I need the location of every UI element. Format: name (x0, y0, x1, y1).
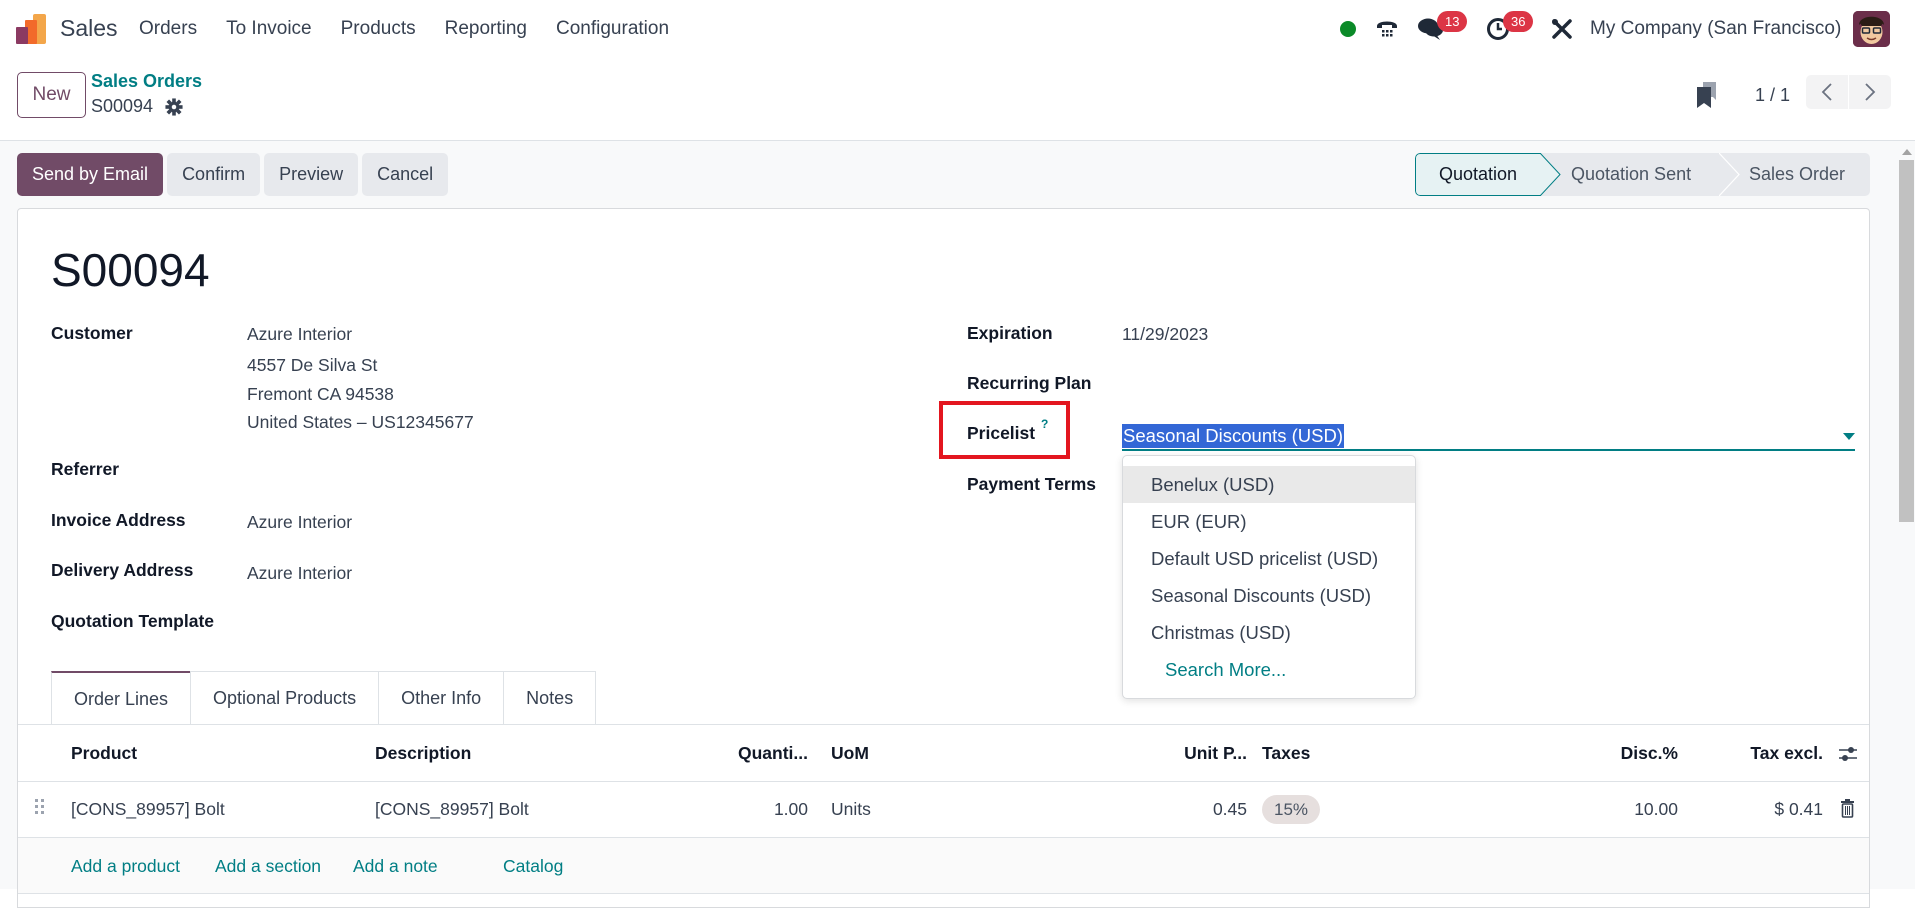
scroll-up-arrow-icon[interactable] (1902, 149, 1912, 155)
column-unit-price[interactable]: Unit P... (1148, 743, 1247, 764)
gear-icon[interactable] (165, 98, 183, 116)
dropdown-option[interactable]: Default USD pricelist (USD) (1123, 540, 1415, 577)
dropdown-option[interactable]: EUR (EUR) (1123, 503, 1415, 540)
notebook-tabs: Order Lines Optional Products Other Info… (51, 671, 597, 725)
catalog-link[interactable]: Catalog (503, 856, 563, 877)
add-line-row: Add a product Add a section Add a note C… (18, 838, 1869, 894)
customer-field[interactable]: Azure Interior (247, 324, 352, 345)
cell-quantity[interactable]: 1.00 (698, 799, 808, 820)
confirm-button[interactable]: Confirm (167, 153, 261, 196)
delivery-address-field[interactable]: Azure Interior (247, 563, 352, 584)
table-row[interactable]: [CONS_89957] Bolt [CONS_89957] Bolt 1.00… (18, 782, 1869, 838)
pricelist-dropdown: Benelux (USD) EUR (EUR) Default USD pric… (1122, 455, 1416, 699)
pricelist-selected-text[interactable]: Seasonal Discounts (USD) (1122, 424, 1345, 448)
column-quantity[interactable]: Quanti... (698, 743, 808, 764)
delivery-address-label: Delivery Address (51, 560, 194, 580)
user-avatar-icon (1853, 11, 1890, 47)
search-more-link[interactable]: Search More... (1123, 651, 1415, 688)
column-taxes[interactable]: Taxes (1262, 743, 1310, 764)
customer-street: 4557 De Silva St (247, 355, 378, 375)
user-avatar[interactable] (1853, 11, 1890, 47)
quotation-template-label: Quotation Template (51, 611, 215, 631)
systray: 13 36 My Company (San Francisco) (0, 0, 1915, 58)
dropdown-option[interactable]: Christmas (USD) (1123, 614, 1415, 651)
add-product-link[interactable]: Add a product (71, 856, 180, 877)
pager-value[interactable]: 1 / 1 (1755, 85, 1790, 106)
trash-icon[interactable] (1840, 799, 1855, 818)
tax-badge[interactable]: 15% (1262, 795, 1321, 824)
new-button[interactable]: New (17, 72, 86, 118)
breadcrumb-sales-orders[interactable]: Sales Orders (91, 71, 202, 92)
table-header: Product Description Quanti... UoM Unit P… (18, 725, 1869, 782)
column-uom[interactable]: UoM (831, 743, 869, 764)
dropdown-option[interactable]: Seasonal Discounts (USD) (1123, 577, 1415, 614)
action-buttons: Send by Email Confirm Preview Cancel (17, 153, 449, 196)
add-note-link[interactable]: Add a note (353, 856, 438, 877)
cell-product[interactable]: [CONS_89957] Bolt (71, 799, 225, 820)
preview-button[interactable]: Preview (264, 153, 359, 196)
add-section-link[interactable]: Add a section (215, 856, 321, 877)
cell-description[interactable]: [CONS_89957] Bolt (375, 799, 529, 820)
expiration-label: Expiration (967, 323, 1053, 343)
tab-notes[interactable]: Notes (503, 671, 597, 725)
record-title: S00094 (51, 244, 210, 296)
tab-other-info[interactable]: Other Info (378, 671, 505, 725)
order-lines-table: Product Description Quanti... UoM Unit P… (18, 724, 1869, 894)
pager-next-button[interactable] (1849, 75, 1891, 109)
optional-columns-icon[interactable] (1838, 745, 1858, 763)
breadcrumb-current: S00094 (91, 96, 154, 116)
invoice-address-field[interactable]: Azure Interior (247, 512, 352, 533)
stage-quotation[interactable]: Quotation (1415, 153, 1541, 196)
tab-order-lines[interactable]: Order Lines (51, 671, 192, 725)
drag-handle-icon[interactable] (35, 799, 45, 817)
presence-status-icon[interactable] (1340, 21, 1356, 37)
phone-icon[interactable] (1376, 18, 1398, 40)
control-panel: New Sales Orders S00094 1 / 1 (0, 58, 1915, 141)
customer-city: Fremont CA 94538 (247, 384, 394, 404)
send-by-email-button[interactable]: Send by Email (17, 153, 164, 196)
scrollbar-thumb[interactable] (1899, 160, 1914, 522)
company-switcher[interactable]: My Company (San Francisco) (1590, 18, 1841, 40)
tab-optional-products[interactable]: Optional Products (190, 671, 380, 725)
customer-country: United States – US12345677 (247, 412, 474, 432)
customer-label: Customer (51, 323, 133, 343)
recurring-plan-label: Recurring Plan (967, 373, 1092, 393)
referrer-field[interactable] (247, 455, 847, 483)
chevron-right-icon (1865, 83, 1876, 101)
pager-previous-button[interactable] (1806, 75, 1848, 109)
caret-down-icon[interactable] (1843, 433, 1855, 440)
dropdown-option[interactable]: Benelux (USD) (1123, 466, 1415, 503)
invoice-address-label: Invoice Address (51, 510, 186, 530)
pricelist-input[interactable]: Seasonal Discounts (USD) (1122, 421, 1855, 451)
activities-badge: 36 (1503, 11, 1534, 32)
status-bar: Quotation Quotation Sent Sales Order (1415, 153, 1870, 196)
stage-quotation-sent[interactable]: Quotation Sent (1541, 153, 1721, 196)
payment-terms-label: Payment Terms (967, 474, 1097, 494)
debug-tools-icon[interactable] (1551, 18, 1573, 40)
cell-discount[interactable]: 10.00 (1578, 799, 1678, 820)
highlight-annotation-box (939, 401, 1070, 459)
cell-uom[interactable]: Units (831, 799, 871, 820)
column-discount[interactable]: Disc.% (1578, 743, 1678, 764)
chevron-left-icon (1821, 83, 1832, 101)
quotation-template-field[interactable] (247, 607, 847, 635)
bookmark-icon[interactable] (1697, 82, 1717, 108)
expiration-field[interactable]: 11/29/2023 (1122, 324, 1208, 345)
form-view: Send by Email Confirm Preview Cancel Quo… (0, 141, 1898, 908)
cancel-button[interactable]: Cancel (362, 153, 449, 196)
messages-badge: 13 (1437, 11, 1468, 32)
column-product[interactable]: Product (71, 743, 137, 764)
top-navbar: Sales Orders To Invoice Products Reporti… (0, 0, 1915, 58)
form-sheet: S00094 Customer Azure Interior 4557 De S… (17, 208, 1870, 908)
referrer-label: Referrer (51, 459, 120, 479)
stage-sales-order[interactable]: Sales Order (1721, 153, 1870, 196)
column-tax-excluded[interactable]: Tax excl. (1718, 743, 1823, 764)
cell-subtotal: $ 0.41 (1774, 799, 1823, 819)
cell-unit-price[interactable]: 0.45 (1148, 799, 1247, 820)
column-description[interactable]: Description (375, 743, 471, 764)
recurring-plan-field[interactable] (1122, 369, 1855, 397)
